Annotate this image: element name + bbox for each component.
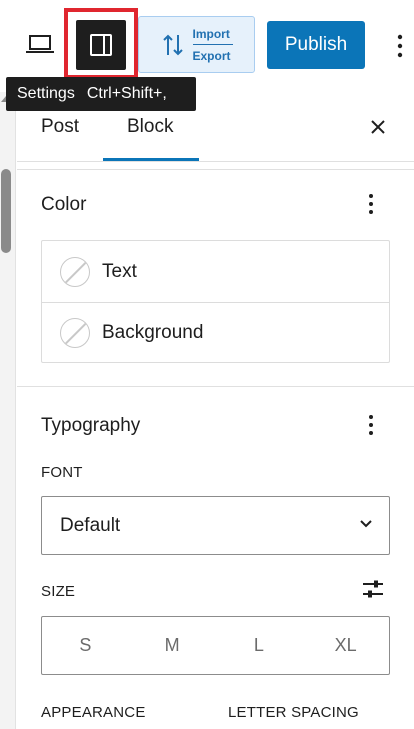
- chevron-down-icon: [360, 520, 372, 528]
- import-label: Import: [192, 26, 230, 41]
- empty-swatch-icon: [60, 318, 90, 348]
- size-custom-button[interactable]: [362, 578, 384, 600]
- import-export-button[interactable]: Import Export: [138, 16, 255, 73]
- export-label: Export: [192, 48, 231, 63]
- more-vertical-icon: [369, 194, 373, 214]
- tooltip-label: Settings: [17, 85, 75, 102]
- close-icon: [371, 120, 385, 134]
- sort-arrows-icon: [162, 34, 183, 55]
- tooltip-shortcut: Ctrl+Shift+,: [86, 85, 167, 102]
- letter-spacing-label: LETTER SPACING: [228, 704, 359, 721]
- size-option-l[interactable]: L: [216, 617, 303, 674]
- size-option-s[interactable]: S: [42, 617, 129, 674]
- import-export-labels: Import Export: [192, 26, 233, 63]
- settings-button[interactable]: [76, 20, 126, 70]
- empty-swatch-icon: [60, 256, 90, 287]
- tab-post[interactable]: Post: [41, 116, 79, 138]
- active-tab-indicator: [103, 158, 199, 161]
- color-item-label: Text: [102, 260, 137, 282]
- settings-sidebar: Post Block Color Text Background Typogra…: [17, 92, 414, 729]
- laptop-icon: [26, 35, 54, 53]
- size-option-xl[interactable]: XL: [302, 617, 389, 674]
- publish-button[interactable]: Publish: [267, 21, 365, 69]
- settings-tooltip: Settings Ctrl+Shift+,: [6, 77, 196, 111]
- color-item-text[interactable]: Text: [42, 241, 389, 302]
- size-label: SIZE: [41, 583, 76, 600]
- font-select-value: Default: [60, 514, 121, 536]
- color-item-label: Background: [102, 322, 204, 343]
- more-vertical-icon: [369, 415, 373, 435]
- color-item-background[interactable]: Background: [42, 302, 389, 363]
- options-button[interactable]: [386, 26, 414, 66]
- view-button[interactable]: [18, 22, 62, 66]
- typography-section-title: Typography: [41, 415, 141, 436]
- color-section-title: Color: [41, 194, 87, 215]
- color-settings-box: Text Background: [41, 240, 390, 363]
- font-select[interactable]: Default: [41, 496, 390, 555]
- typography-options-button[interactable]: [361, 411, 381, 439]
- tab-block[interactable]: Block: [127, 116, 173, 138]
- panel-separator: [17, 169, 414, 170]
- close-settings-button[interactable]: [365, 114, 391, 140]
- scrollbar-thumb[interactable]: [1, 169, 11, 253]
- section-divider: [17, 386, 414, 387]
- sliders-icon: [363, 580, 383, 598]
- appearance-label: APPEARANCE: [41, 704, 146, 721]
- font-label: FONT: [41, 464, 83, 481]
- font-size-picker: S M L XL: [41, 616, 390, 675]
- more-vertical-icon: [397, 34, 403, 58]
- import-export-divider: [192, 43, 233, 45]
- sidebar-toggle-icon: [90, 34, 112, 56]
- left-scrollbar[interactable]: [0, 92, 16, 729]
- color-options-button[interactable]: [361, 190, 381, 218]
- size-option-m[interactable]: M: [129, 617, 216, 674]
